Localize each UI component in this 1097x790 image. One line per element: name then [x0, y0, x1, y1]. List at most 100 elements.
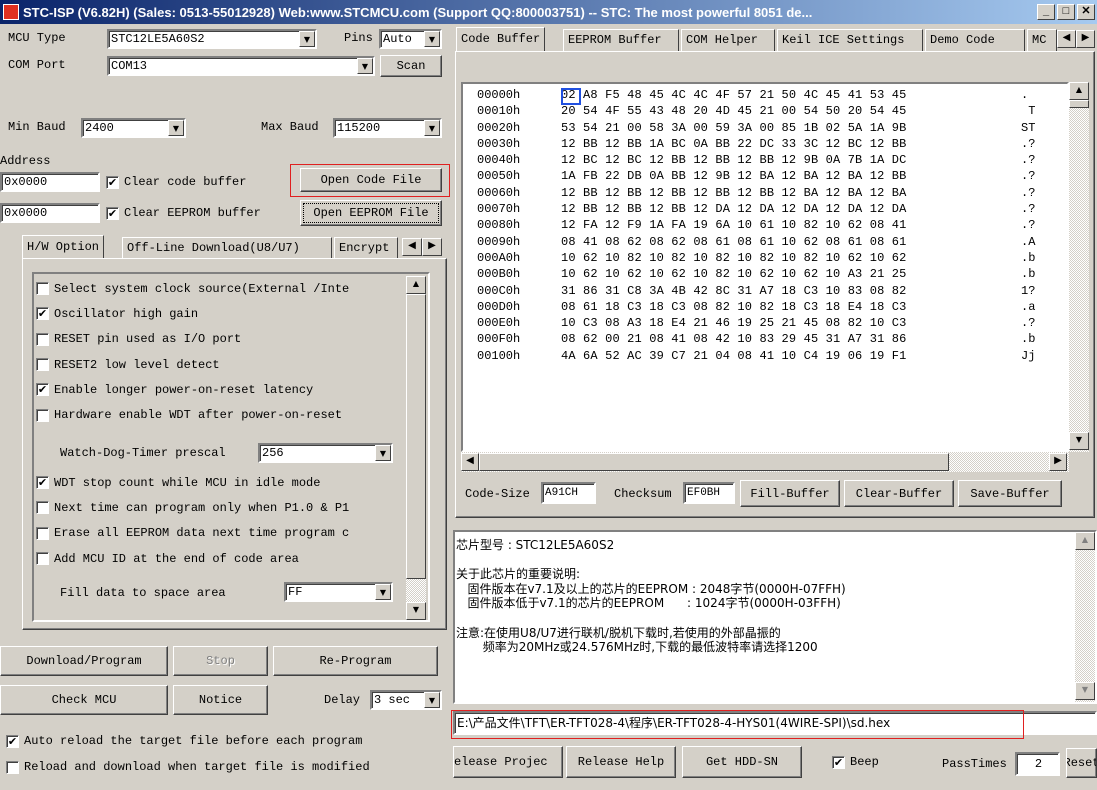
hex-ascii[interactable]: .b — [1021, 250, 1035, 266]
fill-buffer-button[interactable]: Fill-Buffer — [740, 480, 840, 507]
clear-buffer-button[interactable]: Clear-Buffer — [844, 480, 954, 507]
tab-offline-download[interactable]: Off-Line Download(U8/U7) — [122, 237, 332, 259]
hex-ascii[interactable]: .? — [1021, 185, 1035, 201]
tab-scroll-left-icon[interactable]: ◀ — [1057, 30, 1076, 48]
clear-eeprom-buffer-checkbox[interactable]: ✔ Clear EEPROM buffer — [106, 206, 261, 220]
hex-bytes[interactable]: 4A 6A 52 AC 39 C7 21 04 08 41 10 C4 19 0… — [561, 348, 1021, 364]
hex-ascii[interactable]: .? — [1021, 136, 1035, 152]
fill-data-select[interactable]: FF ▼ — [284, 582, 393, 602]
tab-demo-code[interactable]: Demo Code — [925, 29, 1025, 52]
tab-keil-ice-settings[interactable]: Keil ICE Settings — [777, 29, 923, 52]
tab-scroll-left-icon[interactable]: ◀ — [402, 238, 422, 256]
release-project-button[interactable]: elease Projec — [453, 746, 563, 778]
hex-ascii[interactable]: .b — [1021, 331, 1035, 347]
hex-bytes[interactable]: 12 BB 12 BB 12 BB 12 BB 12 BB 12 BA 12 B… — [561, 185, 1021, 201]
eeprom-address-input[interactable]: 0x0000 — [0, 203, 100, 223]
checkbox-box[interactable]: ✔ — [36, 476, 49, 490]
tab-scroll-right-icon[interactable]: ▶ — [1076, 30, 1095, 48]
checkbox-box[interactable]: ✔ — [106, 206, 119, 220]
hex-ascii[interactable]: .? — [1021, 201, 1035, 217]
tab-encrypt[interactable]: Encrypt — [334, 237, 398, 259]
hex-bytes[interactable]: 08 62 00 21 08 41 08 42 10 83 29 45 31 A… — [561, 331, 1021, 347]
checkbox-box[interactable] — [36, 332, 49, 346]
minimize-button[interactable]: _ — [1037, 4, 1055, 20]
hex-bytes[interactable]: 20 54 4F 55 43 48 20 4D 45 21 00 54 50 2… — [561, 103, 1021, 119]
hex-bytes[interactable]: 53 54 21 00 58 3A 00 59 3A 00 85 1B 02 5… — [561, 120, 1021, 136]
hex-bytes[interactable]: 10 62 10 62 10 62 10 82 10 62 10 62 10 A… — [561, 266, 1021, 282]
info-text-area[interactable]: 芯片型号 : STC12LE5A60S2 关于此芯片的重要说明: 固件版本在v7.… — [453, 530, 1097, 704]
wdt-prescale-select[interactable]: 256 ▼ — [258, 443, 393, 463]
hex-bytes[interactable]: 12 FA 12 F9 1A FA 19 6A 10 61 10 82 10 6… — [561, 217, 1021, 233]
checkbox-box[interactable] — [36, 408, 49, 422]
com-port-select[interactable]: COM13 ▼ — [107, 56, 375, 76]
option-item[interactable]: ✔ Oscillator high gain — [36, 301, 406, 326]
chevron-down-icon[interactable]: ▼ — [357, 58, 373, 74]
close-button[interactable]: ✕ — [1077, 4, 1095, 20]
download-program-button[interactable]: Download/Program — [0, 646, 168, 676]
checkbox-box[interactable] — [36, 358, 49, 372]
check-mcu-button[interactable]: Check MCU — [0, 685, 168, 715]
checkbox-box[interactable] — [36, 282, 49, 296]
option-item[interactable]: Add MCU ID at the end of code area — [36, 546, 406, 571]
scroll-up-icon[interactable]: ▲ — [406, 276, 426, 294]
checkbox-box[interactable]: ✔ — [6, 734, 19, 748]
open-eeprom-file-button[interactable]: Open EEPROM File — [300, 200, 442, 226]
chevron-down-icon[interactable]: ▼ — [424, 692, 440, 708]
info-scrollbar[interactable] — [1075, 532, 1095, 702]
hex-ascii[interactable]: Jj — [1021, 348, 1035, 364]
option-item[interactable]: ✔ Enable longer power-on-reset latency — [36, 377, 406, 402]
notice-button[interactable]: Notice — [173, 685, 268, 715]
hex-bytes[interactable]: 10 C3 08 A3 18 E4 21 46 19 25 21 45 08 8… — [561, 315, 1021, 331]
hex-ascii[interactable]: .? — [1021, 152, 1035, 168]
chevron-down-icon[interactable]: ▼ — [168, 120, 184, 136]
scroll-left-icon[interactable]: ◀ — [461, 453, 479, 471]
re-program-button[interactable]: Re-Program — [273, 646, 438, 676]
chevron-down-icon[interactable]: ▼ — [299, 31, 315, 47]
hex-ascii[interactable]: .? — [1021, 168, 1035, 184]
save-buffer-button[interactable]: Save-Buffer — [958, 480, 1062, 507]
checkbox-box[interactable] — [36, 552, 49, 566]
hex-ascii[interactable]: . — [1021, 87, 1028, 103]
scroll-thumb[interactable] — [1069, 100, 1089, 108]
hex-ascii[interactable]: .a — [1021, 299, 1035, 315]
option-item[interactable]: Select system clock source(External /Int… — [36, 276, 406, 301]
chevron-down-icon[interactable]: ▼ — [375, 584, 391, 600]
option-item[interactable]: RESET pin used as I/O port — [36, 327, 406, 352]
maximize-button[interactable]: □ — [1057, 4, 1075, 20]
hex-bytes[interactable]: 12 BC 12 BC 12 BB 12 BB 12 BB 12 9B 0A 7… — [561, 152, 1021, 168]
scroll-down-icon[interactable]: ▼ — [1075, 682, 1095, 700]
auto-reload-checkbox[interactable]: ✔ Auto reload the target file before eac… — [6, 734, 362, 748]
option-item[interactable]: Next time can program only when P1.0 & P… — [36, 495, 406, 520]
stop-button[interactable]: Stop — [173, 646, 268, 676]
hex-bytes[interactable]: 08 41 08 62 08 62 08 61 08 61 10 62 08 6… — [561, 234, 1021, 250]
scan-button[interactable]: Scan — [380, 55, 442, 77]
checkbox-box[interactable] — [36, 526, 49, 540]
checkbox-box[interactable]: ✔ — [106, 175, 119, 189]
hex-bytes[interactable]: 10 62 10 82 10 82 10 82 10 82 10 82 10 6… — [561, 250, 1021, 266]
code-address-input[interactable]: 0x0000 — [0, 172, 100, 192]
mcu-type-select[interactable]: STC12LE5A60S2 ▼ — [107, 29, 317, 49]
tab-hw-option[interactable]: H/W Option — [22, 235, 105, 259]
release-help-button[interactable]: Release Help — [566, 746, 676, 778]
option-item[interactable]: Hardware enable WDT after power-on-reset — [36, 402, 406, 427]
hex-ascii[interactable]: .? — [1021, 217, 1035, 233]
hex-ascii[interactable]: .b — [1021, 266, 1035, 282]
option-item[interactable]: RESET2 low level detect — [36, 352, 406, 377]
reload-download-checkbox[interactable]: Reload and download when target file is … — [6, 760, 370, 774]
tab-eeprom-buffer[interactable]: EEPROM Buffer — [563, 29, 679, 52]
checkbox-box[interactable]: ✔ — [36, 383, 49, 397]
delay-select[interactable]: 3 sec ▼ — [370, 690, 442, 710]
hex-viewer[interactable]: 00000h 02 A8 F5 48 45 4C 4C 4F 57 21 50 4… — [461, 82, 1069, 452]
chevron-down-icon[interactable]: ▼ — [424, 31, 440, 47]
pins-select[interactable]: Auto ▼ — [379, 29, 442, 49]
hex-bytes[interactable]: 08 61 18 C3 18 C3 08 82 10 82 18 C3 18 E… — [561, 299, 1021, 315]
hex-ascii[interactable]: T — [1021, 103, 1035, 119]
option-item[interactable]: Erase all EEPROM data next time program … — [36, 521, 406, 546]
scroll-up-icon[interactable]: ▲ — [1075, 532, 1095, 550]
hex-ascii[interactable]: .A — [1021, 234, 1035, 250]
max-baud-select[interactable]: 115200 ▼ — [333, 118, 442, 138]
clear-code-buffer-checkbox[interactable]: ✔ Clear code buffer — [106, 175, 246, 189]
hex-ascii[interactable]: .? — [1021, 315, 1035, 331]
checkbox-box[interactable] — [36, 501, 49, 515]
beep-checkbox[interactable]: ✔ Beep — [832, 755, 879, 769]
